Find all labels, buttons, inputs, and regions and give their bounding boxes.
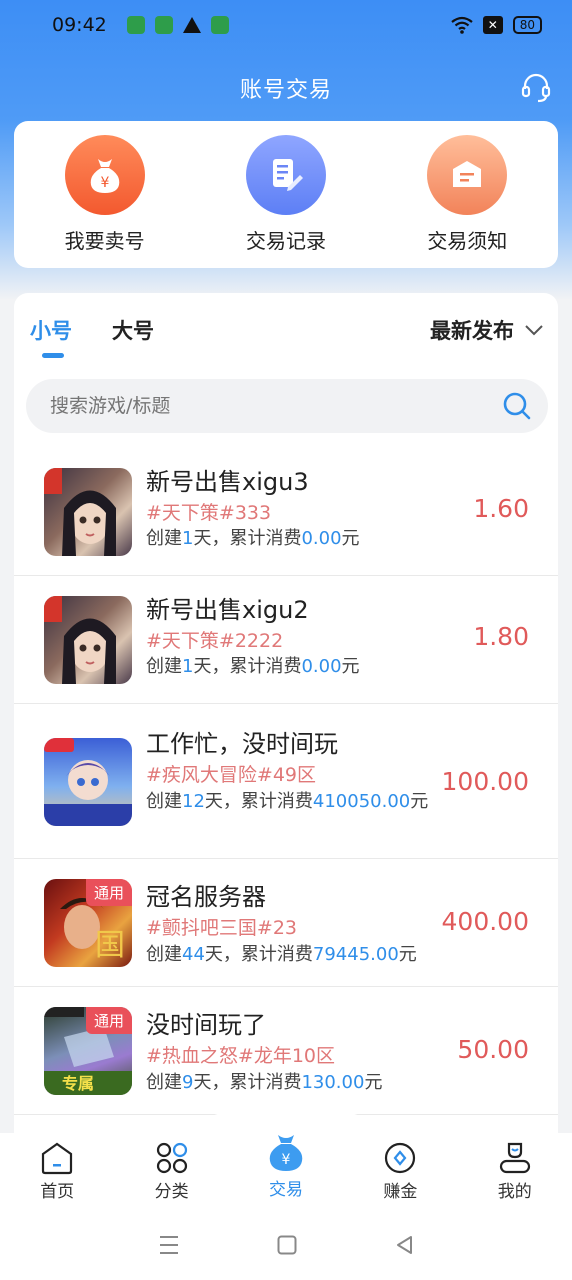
universal-badge: 通用 (85, 879, 132, 906)
money-bag-icon: ¥ (64, 135, 145, 215)
game-thumbnail (44, 468, 132, 556)
item-title: 新号出售xigu3 (146, 468, 309, 496)
list-item[interactable]: 国 通用 冠名服务器 #颤抖吧三国#23 创建44天，累计消费79445.00元… (14, 859, 558, 987)
customer-service-icon[interactable] (520, 72, 552, 104)
trade-records-button[interactable]: 交易记录 (216, 135, 356, 254)
game-thumbnail: 国 通用 (44, 879, 132, 967)
list-item[interactable]: 新号出售xigu2 #天下策#2222 创建1天，累计消费0.00元 1.80 (14, 576, 558, 704)
account-list-card: 小号 大号 最新发布 搜索游戏/标题 新号出售xigu3 #天下策#333 创建… (14, 293, 558, 1133)
chevron-down-icon (525, 325, 543, 336)
home-icon (42, 1142, 73, 1175)
item-title: 新号出售xigu2 (146, 596, 309, 624)
item-title: 没时间玩了 (146, 1011, 266, 1039)
battery-icon: 80 (512, 16, 542, 34)
item-tag: #疾风大冒险#49区 (146, 764, 317, 786)
nav-profile[interactable]: 我的 (458, 1133, 572, 1202)
svg-text:¥: ¥ (282, 1152, 291, 1168)
tab-bar: 小号 大号 最新发布 (14, 293, 558, 363)
item-tag: #天下策#2222 (146, 630, 284, 652)
item-price: 400.00 (441, 907, 529, 936)
item-price: 50.00 (457, 1035, 529, 1064)
nav-home-label: 首页 (40, 1182, 75, 1202)
tab-big-account[interactable]: 大号 (112, 315, 154, 345)
shield-notification-icon (154, 16, 173, 34)
item-price: 1.60 (473, 494, 529, 523)
item-title: 冠名服务器 (146, 883, 266, 911)
item-meta: 创建9天，累计消费130.00元 (146, 1072, 383, 1093)
svg-text:国: 国 (95, 928, 125, 963)
item-meta: 创建1天，累计消费0.00元 (146, 528, 360, 549)
warning-icon (182, 17, 201, 33)
nav-earn[interactable]: 赚金 (343, 1133, 457, 1202)
profile-icon (499, 1142, 530, 1174)
game-thumbnail: 专属 通用 (44, 1007, 132, 1095)
item-price: 1.80 (473, 622, 529, 651)
quick-actions-card: ¥ 我要卖号 交易记录 交易须知 (14, 121, 558, 268)
page-header: 账号交易 (0, 60, 572, 116)
sort-dropdown[interactable]: 最新发布 (430, 315, 544, 345)
page-title: 账号交易 (239, 78, 332, 103)
game-thumbnail (44, 738, 132, 826)
sell-account-button[interactable]: ¥ 我要卖号 (35, 135, 175, 254)
item-title: 工作忙，没时间玩 (146, 730, 338, 758)
home-button-icon[interactable] (276, 1234, 298, 1256)
item-tag: #天下策#333 (146, 502, 272, 524)
search-input[interactable] (50, 395, 502, 417)
svg-text:¥: ¥ (100, 175, 109, 191)
list-item[interactable]: 新号出售xigu3 #天下策#333 创建1天，累计消费0.00元 1.60 (14, 448, 558, 576)
data-off-icon: ✕ (482, 16, 503, 34)
menu-icon[interactable] (157, 1234, 181, 1256)
nav-category-label: 分类 (154, 1182, 189, 1202)
list-item[interactable]: 工作忙，没时间玩 #疾风大冒险#49区 创建12天，累计消费410050.00元… (14, 704, 558, 859)
notice-icon (427, 135, 508, 215)
nav-home[interactable]: 首页 (0, 1133, 114, 1202)
item-meta: 创建44天，累计消费79445.00元 (146, 944, 417, 965)
sort-label: 最新发布 (430, 319, 514, 343)
system-nav-bar (0, 1210, 572, 1280)
status-bar: 09:42 ✕ 80 (0, 0, 572, 50)
trade-notice-label: 交易须知 (427, 229, 508, 253)
trade-notice-button[interactable]: 交易须知 (397, 135, 537, 254)
nav-trade-label: 交易 (268, 1180, 303, 1200)
document-edit-icon (245, 135, 326, 215)
status-time: 09:42 (52, 14, 107, 36)
wifi-icon (451, 16, 473, 34)
active-tab-indicator (42, 353, 64, 358)
back-icon[interactable] (393, 1234, 415, 1256)
list-item[interactable]: 专属 通用 没时间玩了 #热血之怒#龙年10区 创建9天，累计消费130.00元… (14, 987, 558, 1115)
item-meta: 创建12天，累计消费410050.00元 (146, 791, 429, 812)
nav-category[interactable]: 分类 (115, 1133, 229, 1202)
sell-account-label: 我要卖号 (64, 229, 145, 253)
system-status-icons: ✕ 80 (451, 16, 542, 34)
search-icon[interactable] (502, 391, 532, 421)
category-icon (156, 1142, 187, 1174)
trade-icon: ¥ (269, 1135, 303, 1171)
item-tag: #颤抖吧三国#23 (146, 917, 298, 939)
app-notification-icon (126, 16, 145, 34)
tab-small-account[interactable]: 小号 (30, 315, 72, 345)
search-bar (26, 379, 548, 433)
bottom-nav: 首页 分类 ¥ 交易 赚金 我的 (0, 1133, 572, 1210)
account-list: 新号出售xigu3 #天下策#333 创建1天，累计消费0.00元 1.60 新… (14, 448, 558, 1115)
item-meta: 创建1天，累计消费0.00元 (146, 656, 360, 677)
item-price: 100.00 (441, 767, 529, 796)
svg-text:专属: 专属 (62, 1074, 94, 1093)
shield-notification-icon (210, 16, 229, 34)
nav-trade[interactable]: ¥ 交易 (229, 1133, 343, 1200)
nav-earn-label: 赚金 (383, 1182, 418, 1202)
notification-icons (126, 16, 229, 34)
item-tag: #热血之怒#龙年10区 (146, 1045, 336, 1067)
nav-profile-label: 我的 (497, 1182, 532, 1202)
trade-records-label: 交易记录 (245, 229, 326, 253)
universal-badge: 通用 (85, 1007, 132, 1034)
coin-icon (385, 1142, 416, 1174)
game-thumbnail (44, 596, 132, 684)
